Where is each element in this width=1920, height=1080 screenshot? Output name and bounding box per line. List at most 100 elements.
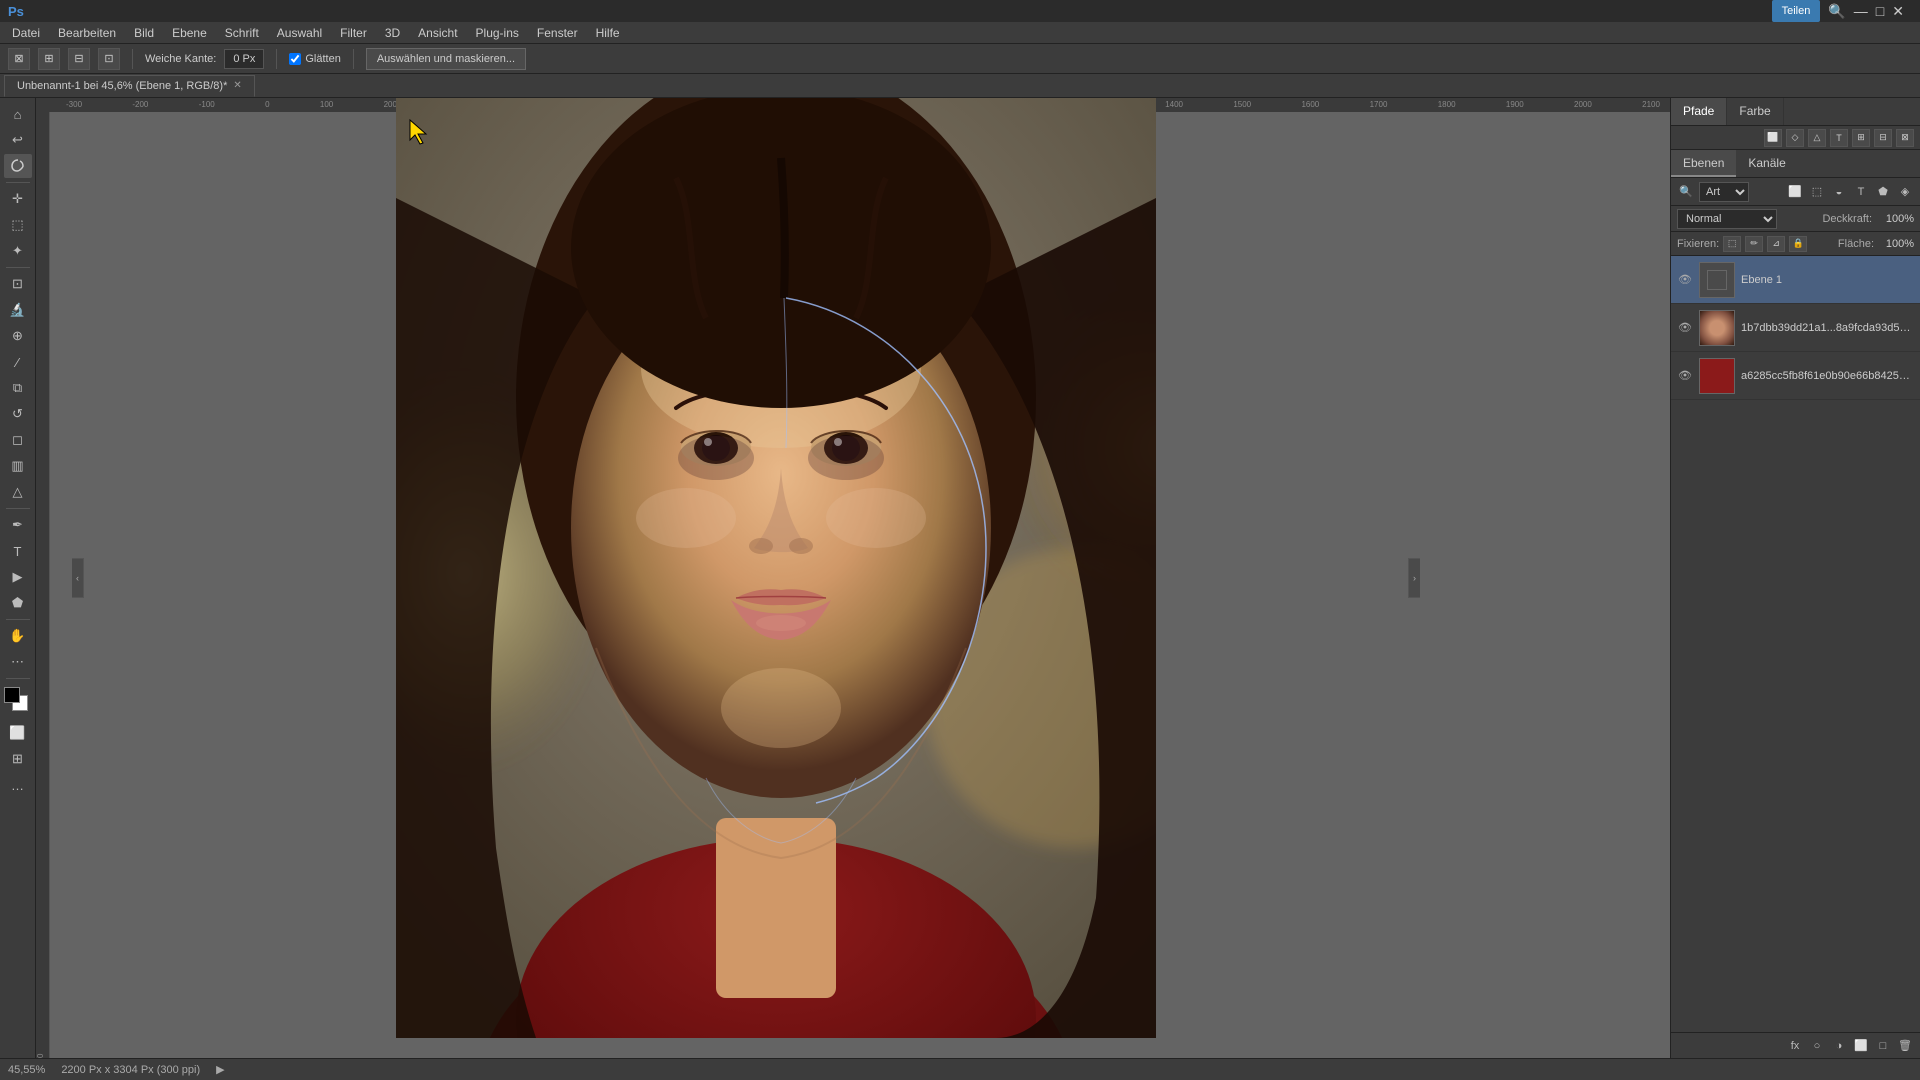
layer-visibility-3[interactable]: 👁 — [1677, 368, 1693, 384]
panel-icon-6[interactable]: ⊟ — [1874, 129, 1892, 147]
eraser-tool[interactable]: ◻ — [4, 428, 32, 452]
crop-tool[interactable]: ⊡ — [4, 272, 32, 296]
panel-icon-7[interactable]: ⊠ — [1896, 129, 1914, 147]
layer-visibility-1[interactable]: 👁 — [1677, 272, 1693, 288]
shape-tool[interactable]: ⬟ — [4, 591, 32, 615]
tab-close-btn[interactable]: ✕ — [233, 80, 241, 91]
filter-smart-icon[interactable]: ◈ — [1896, 183, 1914, 201]
fill-value[interactable]: 100% — [1878, 238, 1914, 250]
document-tab[interactable]: Unbenannt-1 bei 45,6% (Ebene 1, RGB/8)* … — [4, 75, 255, 97]
tool-option-btn-4[interactable]: ⊡ — [98, 48, 120, 70]
brush-tool[interactable]: ∕ — [4, 350, 32, 374]
marquee-tool[interactable]: ⬚ — [4, 213, 32, 237]
panel-icon-4[interactable]: T — [1830, 129, 1848, 147]
maximize-icon[interactable]: □ — [1876, 3, 1884, 19]
filter-adjustment-icon[interactable]: ◒ — [1830, 183, 1848, 201]
menu-item-datei[interactable]: Datei — [4, 24, 48, 42]
layer-item-1[interactable]: 👁 Ebene 1 — [1671, 256, 1920, 304]
new-adjustment-btn[interactable]: ◑ — [1830, 1037, 1848, 1055]
minimize-icon[interactable]: — — [1854, 3, 1868, 19]
panel-icon-3[interactable]: △ — [1808, 129, 1826, 147]
layer-item-2[interactable]: 👁 1b7dbb39dd21a1...8a9fcda93d5e72 — [1671, 304, 1920, 352]
magic-wand-tool[interactable]: ✦ — [4, 239, 32, 263]
menu-item-ebene[interactable]: Ebene — [164, 24, 215, 42]
close-icon[interactable]: ✕ — [1892, 3, 1904, 20]
lock-label: Fixieren: — [1677, 238, 1719, 250]
zoom-tool[interactable]: ⋯ — [4, 650, 32, 674]
tab-farbe[interactable]: Farbe — [1727, 98, 1783, 125]
lock-position-btn[interactable]: ⊿ — [1767, 236, 1785, 252]
auswahl-maskieren-button[interactable]: Auswählen und maskieren... — [366, 48, 526, 70]
hand-tool[interactable]: ✋ — [4, 624, 32, 648]
glatten-checkbox[interactable] — [289, 53, 301, 65]
menu-item-schrift[interactable]: Schrift — [217, 24, 267, 42]
add-mask-btn[interactable]: ○ — [1808, 1037, 1826, 1055]
menu-item-plugins[interactable]: Plug-ins — [468, 24, 527, 42]
color-picker[interactable] — [4, 687, 32, 715]
menu-item-filter[interactable]: Filter — [332, 24, 375, 42]
more-tools[interactable]: … — [4, 773, 32, 797]
layers-type-select[interactable]: Art Name Effekt Modus Attribut Farbe — [1699, 182, 1749, 202]
lock-all-btn[interactable]: 🔒 — [1789, 236, 1807, 252]
history-brush-tool[interactable]: ↩ — [4, 128, 32, 152]
tab-ebenen[interactable]: Ebenen — [1671, 150, 1736, 177]
menu-item-3d[interactable]: 3D — [377, 24, 408, 42]
filter-type-icon[interactable]: T — [1852, 183, 1870, 201]
history-tool[interactable]: ↺ — [4, 402, 32, 426]
panel-top-icons: ⬜ ◇ △ T ⊞ ⊟ ⊠ — [1671, 126, 1920, 150]
panel-icon-1[interactable]: ⬜ — [1764, 129, 1782, 147]
menu-item-bearbeiten[interactable]: Bearbeiten — [50, 24, 124, 42]
layer-name-3: a6285cc5fb8f61e0b90e66b8425d1be7 — [1741, 370, 1914, 382]
tab-pfade[interactable]: Pfade — [1671, 98, 1727, 125]
clone-stamp-tool[interactable]: ⧉ — [4, 376, 32, 400]
type-tool[interactable]: T — [4, 539, 32, 563]
tool-option-btn-1[interactable]: ⊠ — [8, 48, 30, 70]
move-tool[interactable]: ✛ — [4, 187, 32, 211]
eyedropper-tool[interactable]: 🔬 — [4, 298, 32, 322]
blending-mode-select[interactable]: Normal Auflösen Abdunkeln Multiplizieren… — [1677, 209, 1777, 229]
healing-brush-tool[interactable]: ⊕ — [4, 324, 32, 348]
add-layer-style-btn[interactable]: fx — [1786, 1037, 1804, 1055]
left-panel-collapse[interactable]: ‹ — [72, 558, 84, 598]
gradient-tool[interactable]: ▥ — [4, 454, 32, 478]
filter-shape-icon[interactable]: ⬟ — [1874, 183, 1892, 201]
layer-item-3[interactable]: 👁 a6285cc5fb8f61e0b90e66b8425d1be7 — [1671, 352, 1920, 400]
menu-item-ansicht[interactable]: Ansicht — [410, 24, 465, 42]
panel-icon-2[interactable]: ◇ — [1786, 129, 1804, 147]
delete-layer-btn[interactable]: 🗑 — [1896, 1037, 1914, 1055]
canvas-document[interactable] — [396, 98, 1156, 1038]
menu-item-fenster[interactable]: Fenster — [529, 24, 586, 42]
status-arrow[interactable]: ▶ — [216, 1063, 224, 1076]
menu-item-hilfe[interactable]: Hilfe — [588, 24, 628, 42]
right-panel-collapse[interactable]: › — [1408, 558, 1420, 598]
canvas-area[interactable]: -300 -200 -100 0 100 200 300 400 500 600… — [36, 98, 1670, 1058]
lock-transparent-btn[interactable]: ⬚ — [1723, 236, 1741, 252]
panel-icon-5[interactable]: ⊞ — [1852, 129, 1870, 147]
tool-option-btn-2[interactable]: ⊞ — [38, 48, 60, 70]
new-group-btn[interactable]: ⬜ — [1852, 1037, 1870, 1055]
new-layer-btn[interactable]: □ — [1874, 1037, 1892, 1055]
frame-tool[interactable]: ⊞ — [4, 747, 32, 771]
ruler-mark: 200 — [384, 100, 397, 109]
home-tool[interactable]: ⌂ — [4, 102, 32, 126]
lasso-tool[interactable] — [4, 154, 32, 178]
menu-item-bild[interactable]: Bild — [126, 24, 162, 42]
filter-pixel-icon[interactable]: ⬚ — [1808, 183, 1826, 201]
opacity-value[interactable]: 100% — [1878, 213, 1914, 225]
foreground-color[interactable] — [4, 687, 20, 703]
dodge-tool[interactable]: △ — [4, 480, 32, 504]
lock-image-btn[interactable]: ✏ — [1745, 236, 1763, 252]
pen-tool[interactable]: ✒ — [4, 513, 32, 537]
layer-visibility-2[interactable]: 👁 — [1677, 320, 1693, 336]
menu-item-auswahl[interactable]: Auswahl — [269, 24, 330, 42]
path-selection-tool[interactable]: ▶ — [4, 565, 32, 589]
tool-option-btn-3[interactable]: ⊟ — [68, 48, 90, 70]
weiche-kante-input[interactable] — [224, 49, 264, 69]
share-button[interactable]: Teilen — [1772, 0, 1821, 22]
glatten-checkbox-label[interactable]: Glätten — [289, 53, 340, 65]
3d-tool[interactable]: ⬜ — [4, 721, 32, 745]
right-panel: Pfade Farbe ⬜ ◇ △ T ⊞ ⊟ ⊠ Ebenen Kanäle … — [1670, 98, 1920, 1058]
filter-by-kind-icon[interactable]: ⬜ — [1786, 183, 1804, 201]
search-icon[interactable]: 🔍 — [1828, 3, 1845, 20]
tab-kanaele[interactable]: Kanäle — [1736, 150, 1797, 177]
